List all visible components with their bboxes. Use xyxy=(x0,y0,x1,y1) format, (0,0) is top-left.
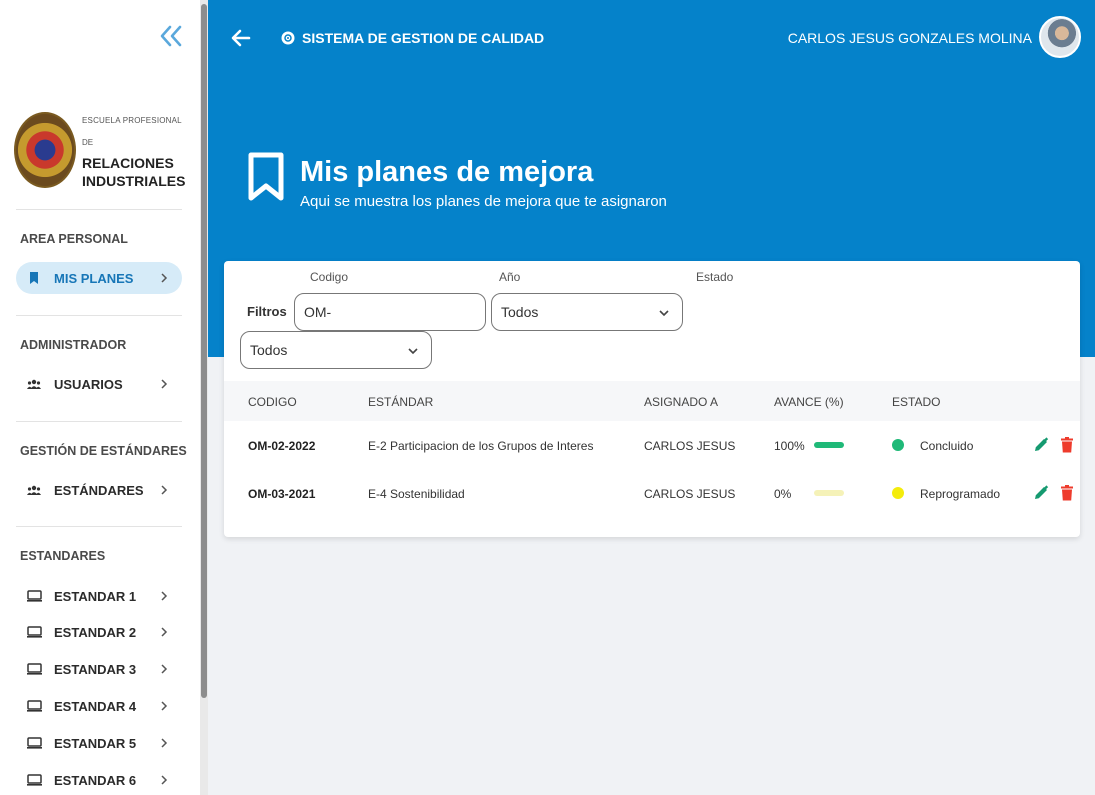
sidebar-item-label: ESTÁNDARES xyxy=(54,482,144,498)
sidebar-item-label: ESTANDAR 5 xyxy=(54,735,137,751)
logo-line2: DE xyxy=(82,138,94,147)
divider xyxy=(16,421,182,422)
row-codigo: OM-03-2021 xyxy=(248,487,316,501)
row-codigo: OM-02-2022 xyxy=(248,439,316,453)
divider xyxy=(16,209,182,210)
sidebar-item-estandar-4[interactable]: ESTANDAR 4 xyxy=(16,690,182,722)
anio-filter-value: Todos xyxy=(501,304,539,320)
sidebar-item-estandar-5[interactable]: ESTANDAR 5 xyxy=(16,727,182,759)
system-title: SISTEMA DE GESTION DE CALIDAD xyxy=(302,30,545,46)
chevron-right-icon xyxy=(158,664,170,674)
sidebar-item-estandar-1[interactable]: ESTANDAR 1 xyxy=(16,580,182,612)
chevron-down-icon xyxy=(407,344,419,360)
progress-bar xyxy=(814,490,844,496)
sidebar-item-label: USUARIOS xyxy=(54,376,123,392)
sidebar-item-estandar-3[interactable]: ESTANDAR 3 xyxy=(16,653,182,685)
school-logo-block: ESCUELA PROFESIONAL DE RELACIONES INDUST… xyxy=(14,110,189,195)
section-title-gestion-estandares: GESTIÓN DE ESTÁNDARES xyxy=(20,444,187,458)
chevron-right-icon xyxy=(158,379,170,389)
sidebar-item-label: ESTANDAR 3 xyxy=(54,661,137,677)
system-logo-icon xyxy=(281,31,295,45)
logo-school-name: RELACIONES INDUSTRIALES xyxy=(82,155,186,189)
row-estado: Concluido xyxy=(920,439,974,453)
codigo-filter-input[interactable]: OM- xyxy=(294,293,486,331)
monitor-icon xyxy=(26,737,42,749)
user-name: CARLOS JESUS GONZALES MOLINA xyxy=(787,30,1032,46)
divider xyxy=(16,315,182,316)
estado-filter-label: Estado xyxy=(696,270,734,284)
delete-trash-icon[interactable] xyxy=(1058,436,1076,454)
row-estandar: E-4 Sostenibilidad xyxy=(368,487,465,501)
avatar[interactable] xyxy=(1039,16,1081,58)
sidebar-item-label: MIS PLANES xyxy=(54,270,134,286)
chevron-right-icon xyxy=(158,273,170,283)
bookmark-icon xyxy=(248,152,284,202)
sidebar: ESCUELA PROFESIONAL DE RELACIONES INDUST… xyxy=(0,0,208,795)
codigo-filter-label: Codigo xyxy=(310,270,349,284)
sidebar-item-estandar-6[interactable]: ESTANDAR 6 xyxy=(16,764,182,795)
chevron-right-icon xyxy=(158,485,170,495)
anio-filter-label: Año xyxy=(499,270,521,284)
chevron-right-icon xyxy=(158,591,170,601)
chevron-right-icon xyxy=(158,701,170,711)
row-avance: 0% xyxy=(774,487,792,501)
monitor-icon xyxy=(26,626,42,638)
section-title-estandares: ESTANDARES xyxy=(20,549,106,563)
sidebar-item-estandares[interactable]: ESTÁNDARES xyxy=(16,474,182,506)
sidebar-item-label: ESTANDAR 6 xyxy=(54,772,137,788)
column-header-estado: ESTADO xyxy=(892,395,941,409)
column-header-avance: AVANCE (%) xyxy=(774,395,844,409)
monitor-icon xyxy=(26,700,42,712)
status-dot xyxy=(892,487,904,499)
sidebar-scrollbar-thumb[interactable] xyxy=(201,4,207,698)
chevron-right-icon xyxy=(158,775,170,785)
users-icon xyxy=(26,379,42,389)
column-header-estandar: ESTÁNDAR xyxy=(368,395,434,409)
estado-filter-select[interactable]: Todos xyxy=(240,331,432,369)
filters-label: Filtros xyxy=(247,304,287,319)
section-title-administrador: ADMINISTRADOR xyxy=(20,338,127,352)
chevron-right-icon xyxy=(158,627,170,637)
divider xyxy=(16,526,182,527)
plans-card: Codigo Año Estado Filtros OM- Todos Todo… xyxy=(224,261,1080,537)
anio-filter-select[interactable]: Todos xyxy=(491,293,683,331)
section-title-area-personal: AREA PERSONAL xyxy=(20,232,128,246)
users-icon xyxy=(26,485,42,495)
collapse-sidebar-icon[interactable] xyxy=(158,24,184,48)
progress-bar xyxy=(814,442,844,448)
chevron-down-icon xyxy=(658,306,670,322)
row-estado: Reprogramado xyxy=(920,487,1001,501)
bookmark-icon xyxy=(26,272,42,284)
sidebar-item-label: ESTANDAR 1 xyxy=(54,588,137,604)
column-header-asignado: ASIGNADO A xyxy=(644,395,719,409)
row-estandar: E-2 Participacion de los Grupos de Inter… xyxy=(368,439,594,453)
edit-pencil-icon[interactable] xyxy=(1032,484,1050,502)
university-seal-icon xyxy=(14,112,76,188)
sidebar-item-label: ESTANDAR 2 xyxy=(54,624,137,640)
monitor-icon xyxy=(26,590,42,602)
row-asignado: CARLOS JESUS xyxy=(644,439,736,453)
row-asignado: CARLOS JESUS xyxy=(644,487,736,501)
codigo-filter-value: OM- xyxy=(304,304,332,320)
edit-pencil-icon[interactable] xyxy=(1032,436,1050,454)
delete-trash-icon[interactable] xyxy=(1058,484,1076,502)
sidebar-item-estandar-2[interactable]: ESTANDAR 2 xyxy=(16,616,182,648)
column-header-codigo: CODIGO xyxy=(248,395,297,409)
page-title: Mis planes de mejora xyxy=(300,156,594,188)
row-avance: 100% xyxy=(774,439,805,453)
logo-line1: ESCUELA PROFESIONAL xyxy=(82,116,182,125)
sidebar-item-label: ESTANDAR 4 xyxy=(54,698,137,714)
monitor-icon xyxy=(26,774,42,786)
page-subtitle: Aqui se muestra los planes de mejora que… xyxy=(300,193,667,210)
chevron-right-icon xyxy=(158,738,170,748)
back-arrow-icon[interactable] xyxy=(230,27,252,49)
sidebar-item-mis-planes[interactable]: MIS PLANES xyxy=(16,262,182,294)
sidebar-item-usuarios[interactable]: USUARIOS xyxy=(16,368,182,400)
estado-filter-value: Todos xyxy=(250,342,288,358)
monitor-icon xyxy=(26,663,42,675)
status-dot xyxy=(892,439,904,451)
